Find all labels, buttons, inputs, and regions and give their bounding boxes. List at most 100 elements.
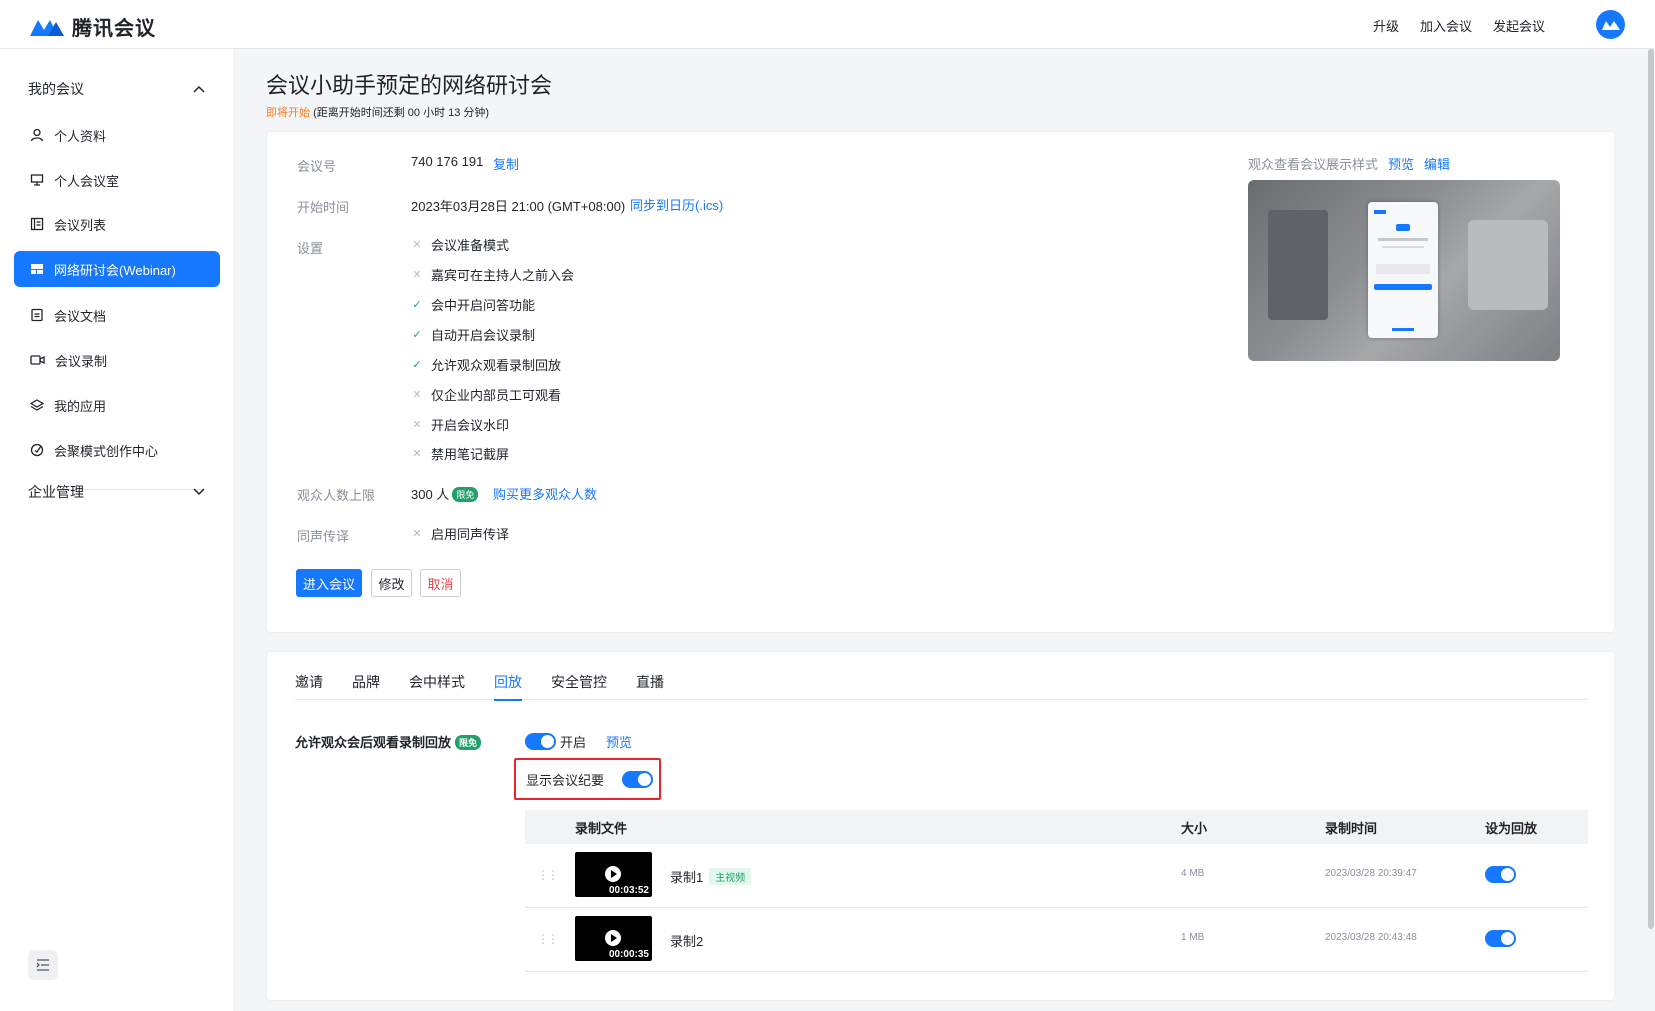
setting-text: 会中开启问答功能 bbox=[431, 298, 536, 313]
sidebar-item-my-apps[interactable]: 我的应用 bbox=[14, 387, 220, 423]
logo-text: 腾讯会议 bbox=[72, 18, 156, 40]
setting-text: 禁用笔记截屏 bbox=[431, 447, 510, 462]
set-playback-toggle bbox=[1485, 930, 1516, 948]
video-thumbnail[interactable]: 00:03:52 bbox=[575, 852, 652, 897]
check-icon: ✓ bbox=[412, 329, 422, 341]
edit-link[interactable]: 编辑 bbox=[1424, 154, 1450, 173]
audience-limit-label: 观众人数上限 bbox=[297, 488, 376, 503]
column-header-time: 录制时间 bbox=[1325, 820, 1378, 836]
check-icon: ✓ bbox=[412, 359, 422, 371]
tab-live[interactable]: 直播 bbox=[636, 672, 664, 700]
tab-in-meeting-style[interactable]: 会中样式 bbox=[409, 672, 465, 700]
playback-label-text: 允许观众会后观看录制回放 bbox=[295, 735, 452, 750]
playback-preview-link[interactable]: 预览 bbox=[606, 732, 632, 751]
audience-preview-header: 观众查看会议展示样式 预览 编辑 bbox=[1248, 154, 1450, 173]
join-meeting-link[interactable]: 加入会议 bbox=[1420, 16, 1472, 35]
sidebar-item-label: 网络研讨会(Webinar) bbox=[54, 262, 176, 278]
audience-preview-image[interactable] bbox=[1248, 180, 1560, 361]
chevron-down-icon bbox=[193, 488, 205, 496]
sidebar-item-documents[interactable]: 会议文档 bbox=[14, 297, 220, 333]
creation-icon bbox=[30, 443, 44, 457]
play-icon bbox=[605, 866, 621, 882]
set-playback-toggle-switch[interactable] bbox=[1485, 866, 1516, 884]
tencent-meeting-logo-icon bbox=[30, 19, 64, 36]
countdown-text: (距离开始时间还剩 00 小时 13 分钟) bbox=[313, 107, 490, 119]
my-meetings-label: 我的会议 bbox=[28, 81, 84, 97]
start-meeting-link[interactable]: 发起会议 bbox=[1493, 16, 1545, 35]
setting-item: ✓ 自动开启会议录制 bbox=[411, 325, 535, 344]
preview-label: 观众查看会议展示样式 bbox=[1248, 157, 1379, 172]
play-icon bbox=[605, 930, 621, 946]
playback-toggle[interactable] bbox=[525, 733, 556, 750]
recording-time: 2023/03/28 20:39:47 bbox=[1325, 868, 1417, 879]
modify-button[interactable]: 修改 bbox=[371, 569, 412, 597]
show-summary-label: 显示会议纪要 bbox=[526, 772, 605, 788]
tab-playback[interactable]: 回放 bbox=[494, 672, 522, 701]
cancel-button[interactable]: 取消 bbox=[420, 569, 461, 597]
buy-more-audience-link[interactable]: 购买更多观众人数 bbox=[493, 484, 597, 503]
column-header-size: 大小 bbox=[1181, 820, 1208, 836]
drag-handle-icon[interactable]: ⋮⋮ bbox=[537, 868, 559, 882]
setting-text: 仅企业内部员工可观看 bbox=[431, 388, 562, 403]
settings-tabs-card: 邀请 品牌 会中样式 回放 安全管控 直播 允许观众会后观看录制回放 限免 开启 … bbox=[266, 651, 1615, 1001]
video-thumbnail[interactable]: 00:00:35 bbox=[575, 916, 652, 961]
camera-icon bbox=[30, 355, 45, 365]
recording-name-cell: 录制1 主视频 bbox=[670, 867, 752, 886]
sidebar-item-label: 会议文档 bbox=[54, 308, 107, 324]
show-summary-toggle[interactable] bbox=[622, 770, 654, 788]
audience-count: 300 人 bbox=[411, 487, 450, 502]
sidebar-item-label: 个人会议室 bbox=[54, 173, 120, 189]
webinar-icon bbox=[31, 264, 43, 274]
header-nav: 升级 加入会议 发起会议 bbox=[1373, 16, 1545, 35]
x-icon: ✕ bbox=[412, 269, 422, 281]
sidebar-item-label: 个人资料 bbox=[54, 128, 107, 144]
preview-link[interactable]: 预览 bbox=[1388, 154, 1414, 173]
upgrade-link[interactable]: 升级 bbox=[1373, 16, 1399, 35]
my-meetings-section[interactable]: 我的会议 bbox=[28, 79, 205, 99]
setting-item: ✕ 禁用笔记截屏 bbox=[411, 444, 509, 463]
table-header: 录制文件 大小 录制时间 设为回放 bbox=[525, 810, 1588, 844]
tab-invite[interactable]: 邀请 bbox=[295, 672, 323, 700]
phone-footer-link bbox=[1392, 328, 1414, 331]
document-icon bbox=[31, 308, 43, 322]
recording-name-cell: 录制2 bbox=[670, 931, 703, 950]
free-badge: 限免 bbox=[455, 735, 482, 750]
enterprise-label: 企业管理 bbox=[28, 484, 84, 500]
sidebar-item-creation-center[interactable]: 会聚模式创作中心 bbox=[14, 432, 220, 468]
x-icon: ✕ bbox=[412, 528, 422, 540]
set-playback-toggle-switch[interactable] bbox=[1485, 930, 1516, 948]
blurred-background-shape bbox=[1268, 210, 1328, 320]
drag-handle-icon[interactable]: ⋮⋮ bbox=[537, 932, 559, 946]
setting-text: 启用同声传译 bbox=[431, 527, 510, 542]
phone-text-line bbox=[1382, 246, 1424, 248]
tab-brand[interactable]: 品牌 bbox=[352, 672, 380, 700]
sidebar-item-meeting-list[interactable]: 会议列表 bbox=[14, 206, 220, 242]
sidebar-item-profile[interactable]: 个人资料 bbox=[14, 117, 220, 153]
setting-text: 会议准备模式 bbox=[431, 238, 510, 253]
playback-toggle-row: 开启 预览 bbox=[525, 732, 632, 751]
setting-item: ✓ 会中开启问答功能 bbox=[411, 295, 535, 314]
copy-link[interactable]: 复制 bbox=[493, 154, 519, 173]
sidebar-item-webinar[interactable]: 网络研讨会(Webinar) bbox=[14, 251, 220, 287]
sidebar-item-personal-room[interactable]: 个人会议室 bbox=[14, 162, 220, 198]
tab-security[interactable]: 安全管控 bbox=[551, 672, 607, 700]
collapse-sidebar-button[interactable] bbox=[28, 950, 58, 980]
setting-item: ✓ 允许观众观看录制回放 bbox=[411, 355, 561, 374]
collapse-menu-icon bbox=[36, 959, 49, 971]
recording-time: 2023/03/28 20:43:48 bbox=[1325, 932, 1417, 943]
x-icon: ✕ bbox=[412, 448, 422, 460]
setting-item: ✕ 开启会议水印 bbox=[411, 415, 509, 434]
toggle-on-label: 开启 bbox=[560, 735, 587, 750]
logo[interactable]: 腾讯会议 bbox=[28, 12, 156, 41]
top-header: 腾讯会议 升级 加入会议 发起会议 bbox=[0, 0, 1655, 49]
list-icon bbox=[30, 217, 44, 231]
page-scrollbar[interactable] bbox=[1648, 49, 1654, 929]
sync-calendar-link[interactable]: 同步到日历(.ics) bbox=[630, 195, 723, 214]
interpretation-setting: ✕ 启用同声传译 bbox=[411, 524, 509, 543]
check-icon: ✓ bbox=[412, 299, 422, 311]
enterprise-management-section[interactable]: 企业管理 bbox=[28, 482, 205, 502]
sidebar: 我的会议 个人资料 个人会议室 会议列表 网络研讨会(Webinar) 会议文档… bbox=[0, 49, 233, 1011]
sidebar-item-recordings[interactable]: 会议录制 bbox=[14, 342, 220, 378]
avatar[interactable] bbox=[1596, 10, 1625, 39]
enter-meeting-button[interactable]: 进入会议 bbox=[296, 569, 362, 597]
